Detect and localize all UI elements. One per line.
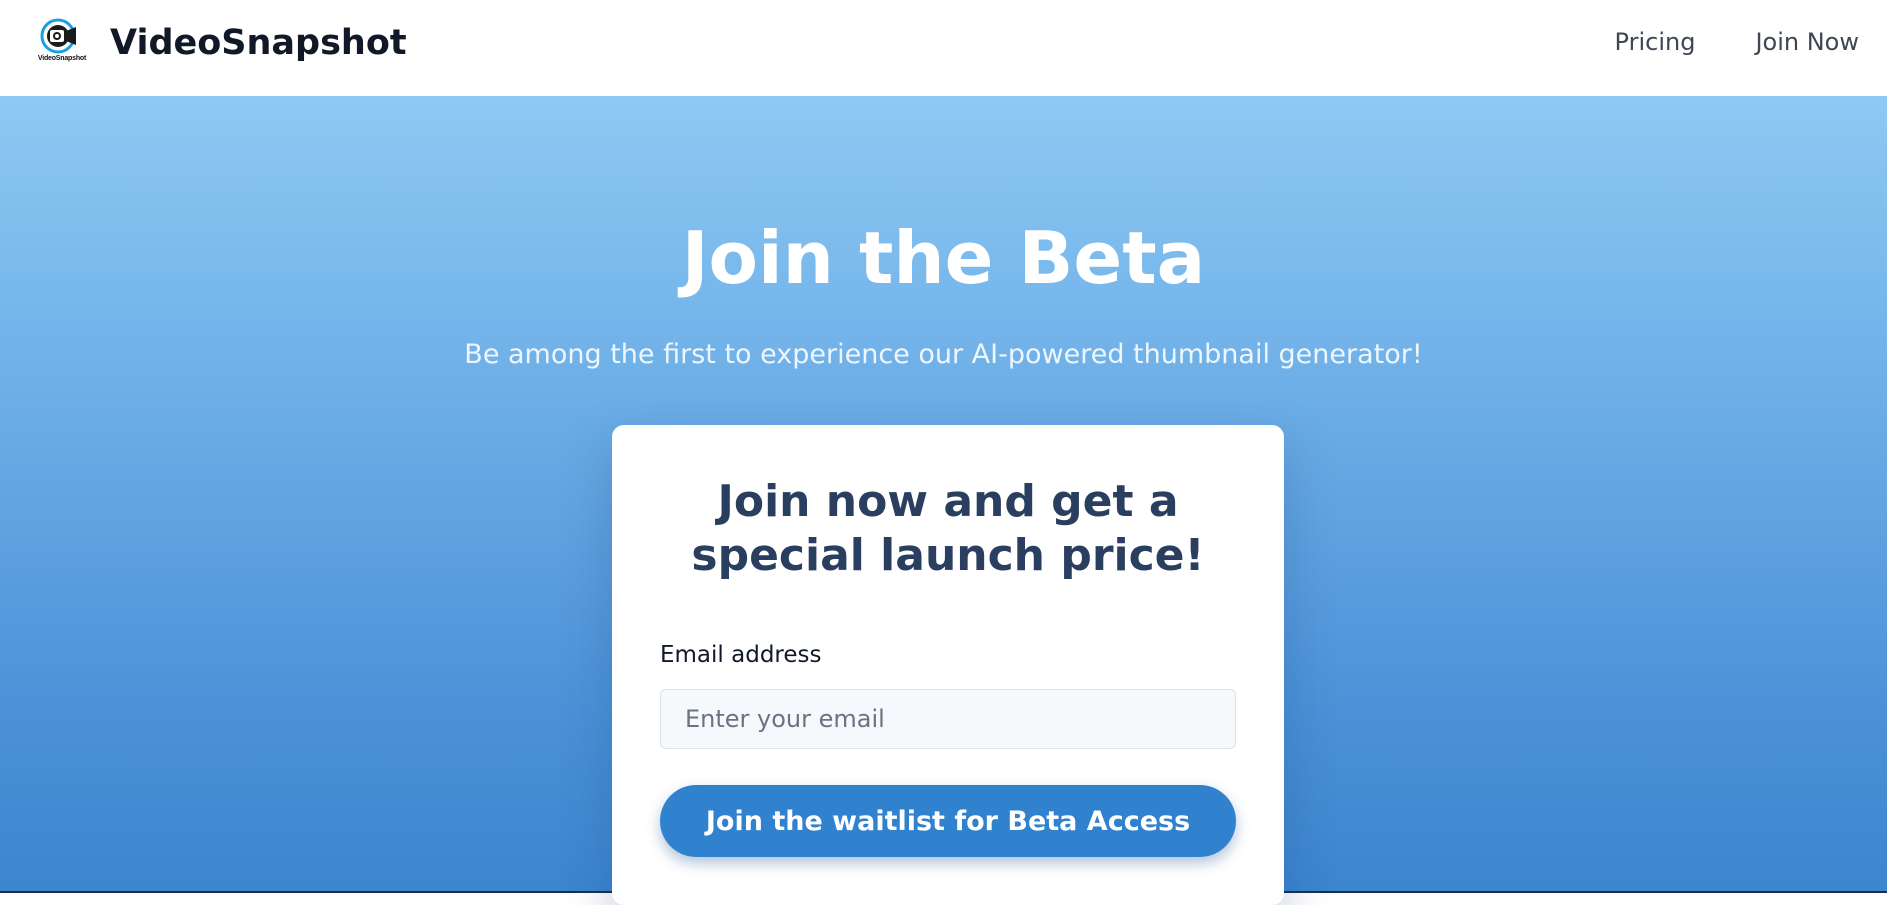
email-input[interactable]	[660, 689, 1236, 749]
brand-name[interactable]: VideoSnapshot	[110, 23, 407, 63]
join-waitlist-button[interactable]: Join the waitlist for Beta Access	[660, 785, 1236, 857]
top-navbar: VideoSnapshot VideoSnapshot Pricing Join…	[0, 0, 1887, 96]
logo-text: VideoSnapshot	[37, 55, 87, 62]
hero-subtitle: Be among the first to experience our AI-…	[464, 339, 1423, 370]
main-nav: Pricing Join Now	[1615, 28, 1859, 56]
signup-card: Join now and get a special launch price!…	[612, 425, 1284, 905]
video-camera-icon	[40, 18, 76, 54]
signup-card-title: Join now and get a special launch price!	[691, 476, 1205, 581]
brand[interactable]: VideoSnapshot VideoSnapshot	[34, 18, 407, 68]
logo[interactable]: VideoSnapshot	[34, 18, 90, 68]
hero-title: Join the Beta	[681, 216, 1206, 300]
hero-section: Join the Beta Be among the first to expe…	[0, 96, 1887, 905]
email-label: Email address	[660, 642, 822, 668]
nav-link-pricing[interactable]: Pricing	[1615, 28, 1696, 56]
nav-link-join-now[interactable]: Join Now	[1755, 28, 1859, 56]
